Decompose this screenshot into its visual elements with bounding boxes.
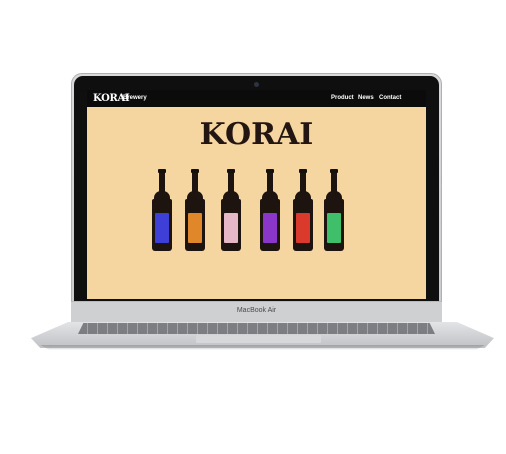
bottle-green[interactable]: [324, 169, 344, 251]
trackpad: [196, 335, 321, 343]
bottle-purple[interactable]: [260, 169, 280, 251]
nav-product-link[interactable]: Product: [331, 95, 354, 102]
bottle-label: [296, 213, 310, 243]
bottle-label: [224, 213, 238, 243]
base-shadow: [40, 345, 485, 350]
bottle-red[interactable]: [293, 169, 313, 251]
website-screen: KORAI Brewery Product News Contact KORAI: [87, 90, 426, 299]
camera-icon: [254, 82, 259, 87]
bottle-label: [327, 213, 341, 243]
bottle-label: [263, 213, 277, 243]
hero-title: KORAI: [199, 117, 314, 152]
bottle-label: [155, 213, 169, 243]
bottle-orange[interactable]: [185, 169, 205, 251]
nav-contact-link[interactable]: Contact: [379, 95, 401, 102]
nav-news-link[interactable]: News: [358, 95, 374, 102]
bottle-blue[interactable]: [152, 169, 172, 251]
bottle-pink[interactable]: [221, 169, 241, 251]
device-model-label: MacBook Air: [236, 307, 277, 314]
keyboard: [78, 323, 435, 334]
bottle-label: [188, 213, 202, 243]
brand-subtitle: Brewery: [123, 95, 147, 101]
site-nav: KORAI Brewery Product News Contact: [87, 90, 426, 107]
